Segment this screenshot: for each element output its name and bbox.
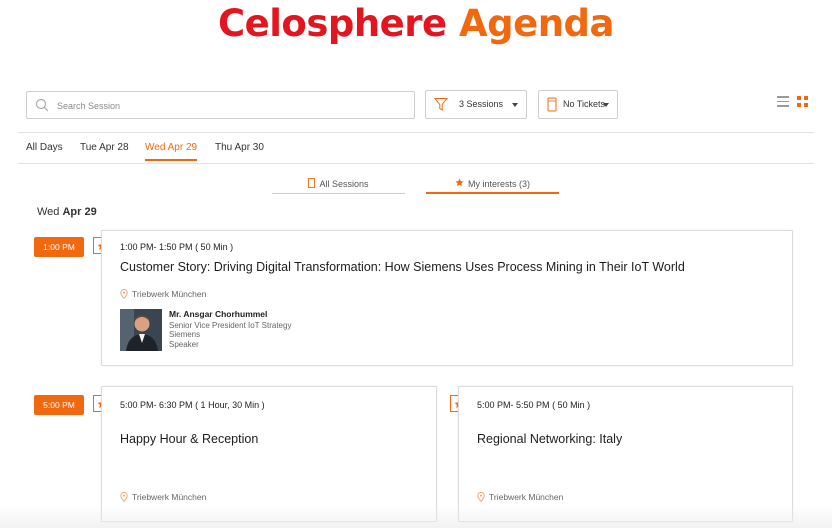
tickets-filter-label: No Tickets	[563, 99, 606, 109]
tab-my-interests-label: My interests (3)	[467, 178, 530, 189]
session-title[interactable]: Customer Story: Driving Digital Transfor…	[120, 260, 685, 274]
star-icon	[455, 178, 464, 189]
speaker-type: Speaker	[169, 339, 199, 349]
session-time: 5:00 PM- 5:50 PM ( 50 Min )	[477, 400, 591, 410]
date-heading-weekday: Wed	[37, 206, 60, 218]
list-view-icon[interactable]	[777, 96, 789, 110]
tab-all-sessions[interactable]: All Sessions	[272, 176, 405, 194]
session-location: Triebwerk München	[120, 289, 206, 299]
speaker-role: Senior Vice President IoT Strategy	[169, 320, 292, 330]
session-time: 5:00 PM- 6:30 PM ( 1 Hour, 30 Min )	[120, 400, 265, 410]
sessions-filter-dropdown[interactable]: 3 Sessions	[425, 90, 527, 119]
divider	[18, 163, 814, 164]
day-tabs: All Days Tue Apr 28 Wed Apr 29 Thu Apr 3…	[0, 132, 832, 164]
session-title[interactable]: Regional Networking: Italy	[477, 432, 622, 446]
ticket-icon	[547, 97, 557, 114]
search-input[interactable]	[55, 96, 409, 116]
session-card[interactable]: 1:00 PM- 1:50 PM ( 50 Min ) Customer Sto…	[101, 230, 793, 366]
tab-wed-apr-29[interactable]: Wed Apr 29	[145, 142, 198, 161]
tickets-filter-dropdown[interactable]: No Tickets	[538, 90, 618, 119]
chevron-down-icon	[512, 103, 518, 107]
tab-all-days[interactable]: All Days	[26, 142, 63, 153]
chevron-down-icon	[603, 103, 609, 107]
speaker-info: Mr. Ansgar Chorhummel Senior Vice Presid…	[169, 309, 292, 349]
session-card[interactable]: 5:00 PM- 5:50 PM ( 50 Min ) Regional Net…	[458, 386, 793, 522]
time-slot-badge: 1:00 PM	[34, 237, 84, 257]
ticket-icon	[308, 178, 316, 190]
date-heading-date: Apr 29	[62, 206, 97, 218]
speaker-company: Siemens	[169, 330, 201, 339]
tab-my-interests[interactable]: My interests (3)	[426, 176, 559, 194]
search-icon	[35, 98, 49, 117]
page-title-part1: Celosphere	[217, 2, 447, 45]
funnel-icon	[433, 97, 449, 114]
session-time: 1:00 PM- 1:50 PM ( 50 Min )	[120, 242, 234, 252]
page-title: Celosphere Agenda	[0, 2, 832, 45]
tab-thu-apr-30[interactable]: Thu Apr 30	[215, 142, 264, 153]
speaker-avatar[interactable]	[120, 309, 162, 351]
sessions-filter-label: 3 Sessions	[459, 99, 504, 109]
divider	[18, 132, 814, 133]
location-pin-icon	[477, 492, 485, 502]
tab-tue-apr-28[interactable]: Tue Apr 28	[80, 142, 129, 153]
date-heading: Wed Apr 29	[37, 206, 97, 218]
tab-all-sessions-label: All Sessions	[319, 179, 369, 189]
location-pin-icon	[120, 492, 128, 502]
page-title-part2: Agenda	[459, 2, 615, 45]
session-card[interactable]: 5:00 PM- 6:30 PM ( 1 Hour, 30 Min ) Happ…	[101, 386, 437, 522]
grid-view-icon[interactable]	[797, 96, 809, 108]
session-location: Triebwerk München	[120, 492, 206, 502]
search-box[interactable]	[26, 91, 415, 119]
session-location: Triebwerk München	[477, 492, 563, 502]
location-pin-icon	[120, 289, 128, 299]
speaker-name[interactable]: Mr. Ansgar Chorhummel	[169, 309, 291, 320]
session-title[interactable]: Happy Hour & Reception	[120, 432, 258, 446]
time-slot-badge: 5:00 PM	[34, 395, 84, 415]
